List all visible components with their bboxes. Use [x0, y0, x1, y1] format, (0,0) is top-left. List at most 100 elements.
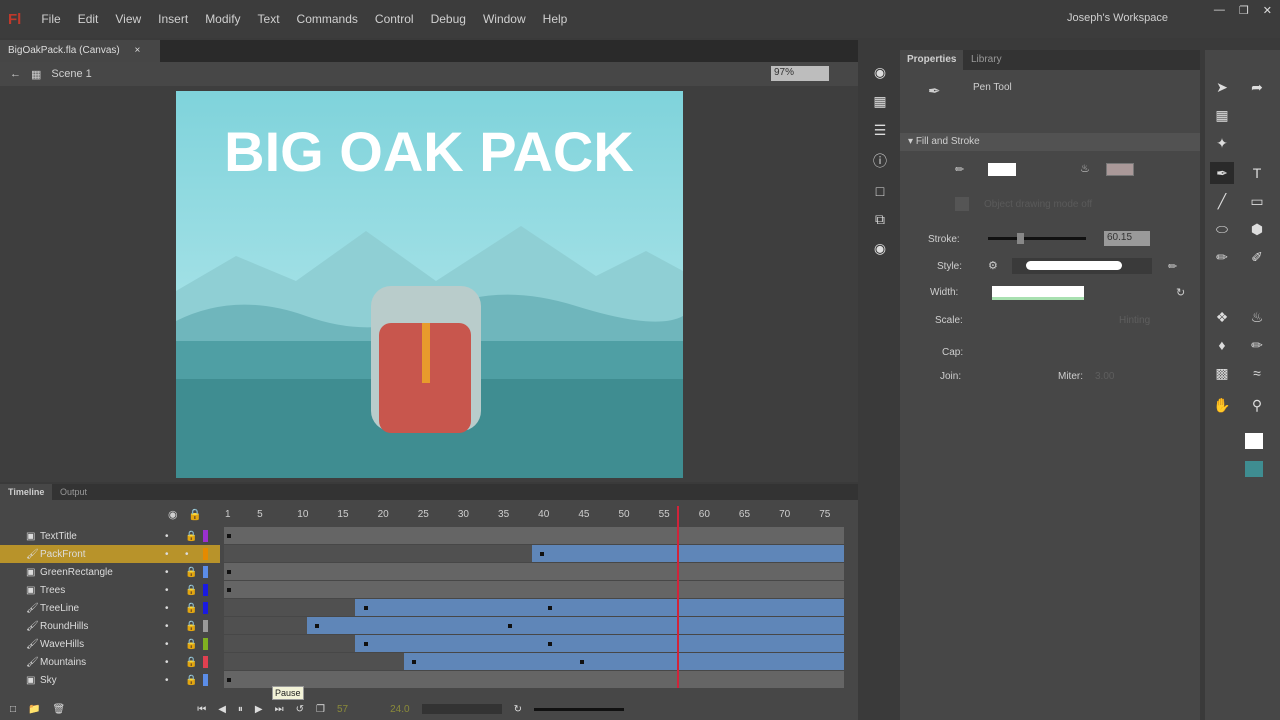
layer-outline-color[interactable] — [203, 602, 208, 614]
layer-row[interactable]: 🖌 TreeLine • 🔒 — [0, 599, 220, 617]
step-forward-icon[interactable]: ▶ — [255, 704, 263, 715]
stroke-slider[interactable] — [988, 237, 1086, 240]
onion-skin-icon[interactable]: ❐ — [316, 704, 325, 715]
style-dropdown[interactable] — [1012, 258, 1152, 274]
static-frames-span[interactable] — [224, 653, 404, 670]
keyframe[interactable] — [364, 642, 368, 646]
tab-timeline[interactable]: Timeline — [0, 484, 52, 500]
fill-color-swatch[interactable] — [1106, 163, 1134, 176]
pencil-tool-icon[interactable]: ✏ — [1210, 246, 1234, 268]
eyedropper-icon[interactable]: ✏ — [1245, 334, 1269, 356]
keyframe[interactable] — [227, 588, 231, 592]
keyframe[interactable] — [227, 570, 231, 574]
layer-frames[interactable] — [224, 545, 844, 562]
menu-control[interactable]: Control — [375, 12, 414, 26]
width-profile-dropdown[interactable] — [992, 286, 1084, 300]
visibility-dot[interactable]: • — [165, 585, 185, 596]
restore-icon[interactable]: ❐ — [1239, 4, 1249, 17]
fill-stroke-header[interactable]: ▾ Fill and Stroke — [900, 133, 1200, 151]
loop-icon[interactable]: ↺ — [296, 704, 304, 715]
layer-frames[interactable] — [224, 563, 844, 580]
menu-text[interactable]: Text — [258, 12, 280, 26]
rectangle-tool-icon[interactable]: ▭ — [1245, 190, 1269, 212]
lock-icon[interactable]: 🔒 — [185, 639, 203, 650]
layer-frames[interactable] — [224, 527, 844, 544]
menu-help[interactable]: Help — [543, 12, 568, 26]
layer-frames[interactable] — [224, 581, 844, 598]
frame-size-slider[interactable] — [534, 708, 624, 711]
visibility-dot[interactable]: • — [165, 549, 185, 560]
layer-outline-color[interactable] — [203, 548, 208, 560]
keyframe[interactable] — [412, 660, 416, 664]
layer-row[interactable]: ▣ Sky • 🔒 — [0, 671, 220, 689]
ink-bottle-icon[interactable]: ♦ — [1210, 334, 1234, 356]
stroke-slider-thumb[interactable] — [1017, 233, 1024, 244]
menu-modify[interactable]: Modify — [205, 12, 240, 26]
visibility-dot[interactable]: • — [165, 639, 185, 650]
menu-commands[interactable]: Commands — [297, 12, 358, 26]
visibility-dot[interactable]: • — [165, 567, 185, 578]
menu-debug[interactable]: Debug — [431, 12, 466, 26]
pause-icon[interactable]: ⏸ — [238, 704, 243, 715]
static-frames-span[interactable] — [224, 617, 307, 634]
layer-outline-color[interactable] — [203, 530, 208, 542]
zoom-tool-icon[interactable]: ⚲ — [1245, 394, 1269, 416]
menu-view[interactable]: View — [115, 12, 141, 26]
layer-frames[interactable] — [224, 635, 844, 652]
layer-outline-color[interactable] — [203, 584, 208, 596]
free-transform-icon[interactable]: ▦ — [1210, 104, 1234, 126]
keyframe[interactable] — [548, 606, 552, 610]
layer-row[interactable]: 🖌 RoundHills • 🔒 — [0, 617, 220, 635]
motion-tween-span[interactable] — [355, 635, 844, 652]
keyframe[interactable] — [508, 624, 512, 628]
object-drawing-toggle[interactable] — [955, 197, 969, 211]
color-icon[interactable]: ◉ — [874, 64, 886, 81]
transform-icon[interactable]: □ — [876, 183, 884, 199]
layer-frames[interactable] — [224, 617, 844, 634]
components-icon[interactable]: ◉ — [874, 240, 886, 257]
eraser-icon[interactable]: ▩ — [1210, 362, 1234, 384]
keyframe[interactable] — [364, 606, 368, 610]
motion-tween-span[interactable] — [532, 545, 844, 562]
layer-frames[interactable] — [224, 671, 844, 688]
tab-output[interactable]: Output — [60, 487, 87, 497]
layer-row[interactable]: 🖌 WaveHills • 🔒 — [0, 635, 220, 653]
motion-icon[interactable]: ⧉ — [875, 211, 885, 228]
line-tool-icon[interactable]: ╱ — [1210, 190, 1234, 212]
fill-color-tool-swatch[interactable] — [1245, 461, 1263, 477]
visibility-dot[interactable]: • — [165, 657, 185, 668]
menu-window[interactable]: Window — [483, 12, 526, 26]
keyframe[interactable] — [540, 552, 544, 556]
lock-icon[interactable]: • — [185, 549, 203, 560]
reset-width-icon[interactable]: ↻ — [1176, 286, 1185, 299]
minimize-icon[interactable]: — — [1214, 4, 1225, 17]
workspace-switcher[interactable]: Joseph's Workspace — [1067, 12, 1168, 24]
hinting-checkbox[interactable]: Hinting — [1119, 315, 1150, 326]
playhead[interactable] — [677, 506, 679, 688]
close-tab-icon[interactable]: × — [135, 45, 141, 56]
timeline-scroll[interactable] — [422, 704, 502, 714]
zoom-field[interactable]: 97% — [771, 66, 829, 81]
static-frames-span[interactable] — [224, 599, 355, 616]
layer-outline-color[interactable] — [203, 638, 208, 650]
back-arrow-icon[interactable]: ← — [10, 68, 21, 80]
layer-outline-color[interactable] — [203, 656, 208, 668]
edit-style-icon[interactable]: ✏ — [1168, 260, 1177, 273]
menu-insert[interactable]: Insert — [158, 12, 188, 26]
lock-icon[interactable]: 🔒 — [185, 567, 203, 578]
brush-tool-icon[interactable]: ✐ — [1245, 246, 1269, 268]
layer-row[interactable]: ▣ TextTitle • 🔒 — [0, 527, 220, 545]
new-layer-icon[interactable]: □ — [10, 704, 16, 715]
lock-icon[interactable]: 🔒 — [185, 603, 203, 614]
visibility-dot[interactable]: • — [165, 531, 185, 542]
stroke-value-field[interactable]: 60.15 — [1104, 231, 1150, 246]
go-last-icon[interactable]: ⏭ — [275, 704, 284, 715]
menu-edit[interactable]: Edit — [78, 12, 99, 26]
polystar-tool-icon[interactable]: ⬢ — [1245, 218, 1269, 240]
layer-row[interactable]: 🖌 PackFront • • — [0, 545, 220, 563]
hand-tool-icon[interactable]: ✋ — [1210, 394, 1234, 416]
keyframe[interactable] — [227, 534, 231, 538]
swatches-icon[interactable]: ▦ — [873, 93, 886, 110]
lock-icon[interactable]: 🔒 — [185, 621, 203, 632]
layer-row[interactable]: ▣ GreenRectangle • 🔒 — [0, 563, 220, 581]
